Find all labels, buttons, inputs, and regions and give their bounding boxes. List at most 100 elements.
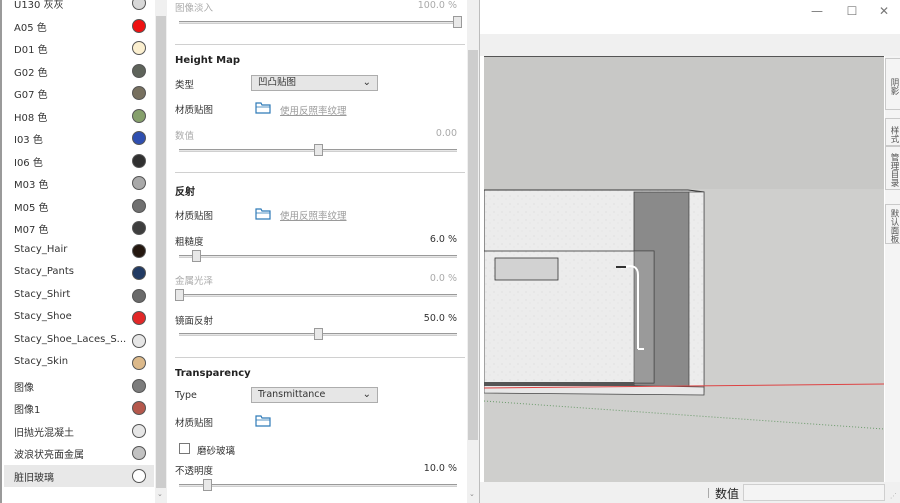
material-swatch (132, 108, 146, 123)
status-bar: 数值 ⋰ (480, 482, 900, 503)
scroll-down-arrow-icon[interactable]: ⌄ (157, 490, 163, 498)
height-map-use-albedo-link[interactable]: 使用反照率纹理 (280, 103, 347, 117)
material-list-item[interactable]: M03 色 (4, 172, 154, 194)
specular-slider[interactable] (179, 328, 457, 340)
material-list-item[interactable]: Stacy_Skin (4, 352, 154, 374)
metallic-slider[interactable] (175, 289, 457, 301)
material-swatch (132, 153, 146, 168)
status-separator (708, 488, 709, 498)
reflection-texture-label: 材质贴图 (175, 211, 214, 222)
folder-icon[interactable] (255, 414, 271, 427)
material-swatch (132, 446, 146, 460)
transparency-type-label: Type (175, 390, 197, 401)
height-map-title: Height Map (175, 55, 240, 66)
material-name: D01 色 (14, 45, 48, 56)
material-list-item[interactable]: G07 色 (4, 82, 154, 104)
material-list-item[interactable]: 波浪状亮面金属 (4, 442, 154, 464)
material-list-item[interactable]: I06 色 (4, 150, 154, 172)
reflection-title: 反射 (175, 187, 195, 198)
material-name: I06 色 (14, 157, 43, 169)
folder-icon[interactable] (255, 207, 271, 220)
tray-tab-styles[interactable]: 样式 (885, 118, 900, 146)
image-fade-slider[interactable] (179, 16, 462, 28)
material-swatch (132, 333, 146, 348)
material-name: Stacy_Skin (14, 356, 69, 367)
material-list-item[interactable]: 旧抛光混凝土 (4, 420, 154, 442)
material-list-item[interactable]: Stacy_Pants (4, 262, 154, 284)
material-swatch (132, 243, 146, 258)
material-list-item[interactable]: Stacy_Shoe (4, 307, 154, 329)
material-list-item[interactable]: Stacy_Shoe_Laces_S... (4, 330, 154, 352)
material-name: M07 色 (14, 225, 49, 236)
material-list-item[interactable]: 图像 (4, 375, 154, 397)
tray-tab-manage-directory[interactable]: 管理目录 (885, 146, 900, 190)
maximize-button[interactable]: ☐ (837, 2, 867, 20)
material-name: Stacy_Shirt (14, 288, 71, 300)
material-name: 脏旧玻璃 (14, 472, 54, 484)
material-list-item[interactable]: G02 色 (4, 60, 154, 82)
reflection-use-albedo-link[interactable]: 使用反照率纹理 (280, 208, 347, 222)
scroll-down-arrow-icon[interactable]: ⌄ (469, 490, 475, 498)
metallic-value: 0.0 % (429, 273, 457, 284)
roughness-slider[interactable] (179, 250, 457, 262)
material-name: G07 色 (14, 90, 48, 101)
opacity-label: 不透明度 (175, 466, 214, 477)
height-map-amount-slider[interactable] (179, 144, 457, 156)
close-button[interactable]: ✕ (869, 2, 899, 20)
minimize-button[interactable]: — (802, 2, 832, 20)
material-name: M05 色 (14, 202, 49, 214)
roughness-slider-thumb[interactable] (191, 250, 201, 262)
specular-slider-thumb[interactable] (314, 328, 323, 340)
opacity-value: 10.0 % (423, 463, 457, 474)
folder-icon[interactable] (255, 101, 271, 114)
frosted-glass-checkbox[interactable] (179, 443, 190, 454)
material-swatch (132, 288, 146, 303)
opacity-slider[interactable] (179, 479, 457, 491)
material-list-item[interactable]: A05 色 (4, 15, 154, 37)
material-list-scrollbar[interactable]: ⌄ (155, 0, 167, 503)
material-name: Stacy_Shoe_Laces_S... (14, 333, 127, 345)
material-properties-panel: 图像淡入 100.0 % Height Map 类型 凹凸贴图 ⌄ 材质贴图 使… (167, 0, 467, 503)
title-bar: — ☐ ✕ (480, 0, 900, 34)
image-fade-value: 100.0 % (417, 0, 457, 11)
material-swatch (132, 176, 146, 190)
metallic-slider-thumb[interactable] (175, 289, 184, 301)
3d-viewport[interactable] (484, 56, 884, 482)
opacity-slider-thumb[interactable] (202, 479, 212, 491)
metallic-label: 金属光泽 (175, 276, 214, 287)
properties-scrollbar[interactable]: ⌄ (467, 0, 480, 503)
material-list-item[interactable]: Stacy_Hair (4, 240, 154, 262)
properties-scroll-thumb[interactable] (468, 50, 478, 440)
height-map-type-dropdown[interactable]: 凹凸贴图 ⌄ (251, 75, 378, 91)
transparency-type-dropdown[interactable]: Transmittance ⌄ (251, 387, 378, 403)
height-map-amount-value: 0.00 (435, 128, 457, 139)
transparency-title: Transparency (175, 368, 251, 379)
material-swatch (132, 131, 146, 145)
material-swatch (132, 266, 146, 280)
material-list-item[interactable]: D01 色 (4, 37, 154, 59)
image-fade-slider-thumb[interactable] (453, 16, 462, 28)
toolbar-area (480, 34, 900, 56)
measurements-input[interactable] (743, 484, 885, 501)
material-list-item[interactable]: U130 灰灰 (4, 0, 154, 14)
material-list-item[interactable]: M07 色 (4, 217, 154, 239)
material-list-item[interactable]: I03 色 (4, 127, 154, 149)
material-list-item[interactable]: 图像1 (4, 397, 154, 419)
material-name: Stacy_Shoe (14, 311, 72, 322)
tray-tab-default-tray[interactable]: 默认面板 (885, 204, 900, 244)
material-swatch (132, 468, 146, 483)
material-swatch (132, 198, 146, 213)
height-map-amount-slider-thumb[interactable] (314, 144, 323, 156)
tray-tab-shadows[interactable]: 阴影 (885, 58, 900, 110)
divider (175, 44, 465, 45)
tray-tabs: 阴影 样式 管理目录 默认面板 (885, 56, 900, 482)
material-list-item[interactable]: M05 色 (4, 195, 154, 217)
material-swatch (132, 86, 146, 100)
material-list-item[interactable]: 脏旧玻璃 (4, 464, 154, 487)
height-map-type-value: 凹凸贴图 (258, 77, 297, 88)
material-list-item[interactable]: Stacy_Shirt (4, 285, 154, 307)
resize-grip[interactable]: ⋰ (890, 492, 898, 500)
chevron-down-icon: ⌄ (362, 389, 371, 400)
material-list-item[interactable]: H08 色 (4, 105, 154, 127)
material-list-scroll-thumb[interactable] (156, 16, 166, 488)
